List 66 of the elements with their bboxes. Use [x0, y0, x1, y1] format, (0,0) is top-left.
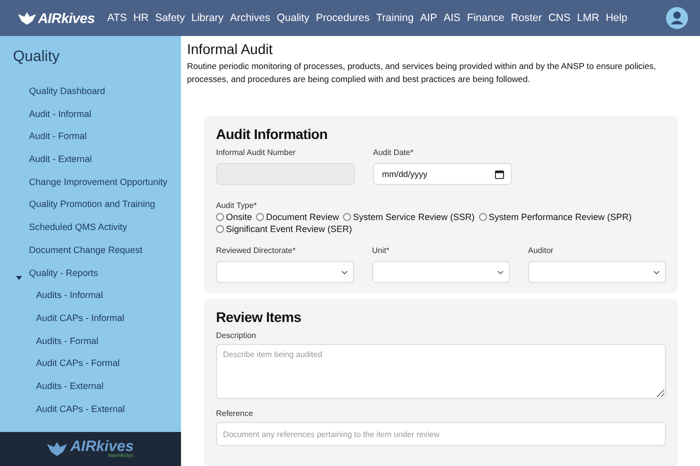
section-title: Review Items [216, 309, 302, 325]
field-label: Description [216, 331, 258, 340]
logo-text: AIRkives [38, 10, 95, 26]
nav-link[interactable]: Training [376, 12, 414, 24]
field-label: Informal Audit Number [216, 148, 297, 157]
nav-link[interactable]: Quality [276, 12, 310, 24]
radio-button[interactable] [256, 213, 264, 221]
sidebar-item[interactable]: Scheduled QMS Activity [13, 221, 128, 244]
radio-button[interactable] [478, 213, 487, 221]
sidebar-item[interactable]: Quality Dashboard [13, 85, 106, 108]
input-field[interactable]: Document any references pertaining to the item under review [216, 422, 666, 446]
logo-text: AIRkives [70, 439, 134, 454]
radio-label: Significant Event Review (SER) [226, 224, 352, 234]
sidebar-item[interactable]: Audit CAPs - External [13, 402, 181, 426]
radio-button[interactable] [216, 213, 224, 221]
sidebar-item[interactable]: Audit - Formal [13, 130, 87, 154]
radio-label: System Service Review (SSR) [353, 212, 475, 222]
nav-link[interactable]: Library [191, 12, 224, 24]
radio-button[interactable] [343, 213, 352, 221]
field-label: Audit Type* [216, 201, 258, 210]
field-label: Auditor [528, 246, 554, 255]
chevron-down-icon [341, 270, 348, 274]
nav-link[interactable]: Safety [155, 12, 185, 24]
field-label: Unit* [372, 246, 390, 255]
sidebar-item[interactable]: Audits - Informal [13, 289, 181, 312]
page-description: Routine periodic monitoring of processes, products, and services being provided within and by the ANSP to ensure policies, processes, and procedures are being complied with and best practices are being followed. [187, 60, 657, 86]
nav-link[interactable]: Finance [467, 12, 504, 24]
date-field[interactable]: mm/dd/yyyy [373, 163, 512, 185]
winged-logo-icon [18, 12, 36, 24]
sidebar-item[interactable]: Audit CAPs - Formal [13, 357, 181, 380]
nav-link[interactable]: Roster [510, 12, 542, 24]
nav-link[interactable]: Procedures [316, 12, 370, 24]
nav-link[interactable]: Help [606, 12, 628, 24]
sidebar-item[interactable]: Quality - Reports [13, 266, 98, 290]
sidebar-item[interactable]: Change Improvement Opportunity [13, 176, 168, 198]
nav-link[interactable]: AIS [444, 12, 461, 24]
radio-label: System Performance Review (SPR) [488, 212, 632, 222]
page-title: Informal Audit [187, 41, 274, 57]
textarea-field[interactable]: Describe item being audited [216, 344, 666, 399]
sidebar-item[interactable]: Audits - Formal [13, 334, 181, 358]
radio-label: Onsite [226, 212, 252, 222]
nav-link[interactable]: HR [133, 12, 149, 24]
sidebar-item[interactable]: Quality Promotion and Training [13, 198, 156, 222]
winged-logo-icon [47, 442, 68, 456]
nav-link[interactable]: LMR [577, 12, 600, 24]
radio-label: Document Review [266, 212, 340, 222]
sidebar-title: Quality [13, 48, 61, 65]
field-label: Reference [216, 409, 254, 418]
sidebar-item[interactable]: Document Change Request [13, 244, 142, 266]
chevron-down-icon [653, 270, 660, 274]
radio-button[interactable] [216, 225, 224, 233]
sidebar-item[interactable]: Audit CAPs - Informal [13, 312, 181, 335]
triangle-icon[interactable] [16, 274, 22, 281]
field-label: Audit Date* [373, 148, 414, 157]
nav-link[interactable]: CNS [548, 12, 571, 24]
chevron-down-icon [497, 270, 504, 274]
sidebar-item[interactable]: Audit - External [13, 153, 92, 176]
nav-link[interactable]: AIP [420, 12, 438, 24]
nav-link[interactable]: Archives [230, 12, 270, 24]
sidebar-item[interactable]: Audits - External [13, 380, 181, 403]
calendar-icon[interactable] [495, 170, 504, 178]
nav-link[interactable]: ATS [107, 12, 127, 24]
user-avatar-icon[interactable] [666, 7, 688, 29]
section-title: Audit Information [216, 126, 329, 142]
sidebar-item[interactable]: Audit - Informal [13, 108, 92, 130]
field-label: Reviewed Directorate* [216, 246, 297, 255]
